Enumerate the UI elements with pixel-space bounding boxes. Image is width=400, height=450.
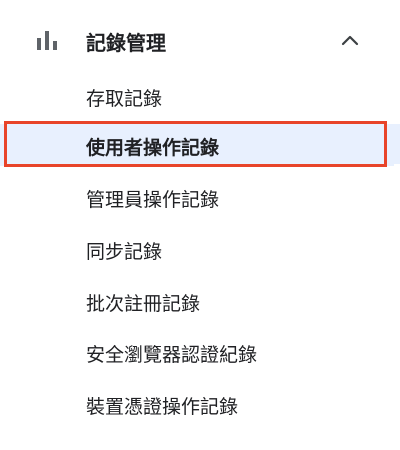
bar-chart-icon: [36, 30, 58, 50]
nav-item-admin-activity-log[interactable]: 管理員操作記錄: [0, 176, 394, 218]
nav-item-sync-log[interactable]: 同步記錄: [0, 228, 394, 270]
section-title: 記錄管理: [86, 31, 166, 55]
nav-item-label: 安全瀏覽器認證紀錄: [86, 344, 258, 366]
nav-item-label: 批次註冊記錄: [86, 293, 201, 315]
sidebar-nav: 記錄管理 存取記錄 使用者操作記錄 管理員操作記錄 同步記錄 批次註冊記錄 安全…: [0, 0, 400, 450]
nav-item-label: 同步記錄: [86, 241, 163, 263]
nav-item-label: 存取記錄: [86, 88, 163, 110]
nav-item-access-log[interactable]: 存取記錄: [0, 75, 394, 117]
nav-item-user-activity-log[interactable]: 使用者操作記錄: [0, 124, 394, 166]
nav-item-device-cert-log[interactable]: 裝置憑證操作記錄: [0, 383, 394, 425]
nav-item-label: 管理員操作記錄: [86, 189, 220, 211]
nav-item-secure-browser-auth-log[interactable]: 安全瀏覽器認證紀錄: [0, 331, 394, 373]
nav-item-batch-registration-log[interactable]: 批次註冊記錄: [0, 280, 394, 322]
chevron-up-icon[interactable]: [339, 30, 361, 50]
section-header-log-management[interactable]: 記錄管理: [0, 18, 388, 62]
nav-item-label: 使用者操作記錄: [86, 137, 220, 159]
nav-item-label: 裝置憑證操作記錄: [86, 396, 239, 418]
